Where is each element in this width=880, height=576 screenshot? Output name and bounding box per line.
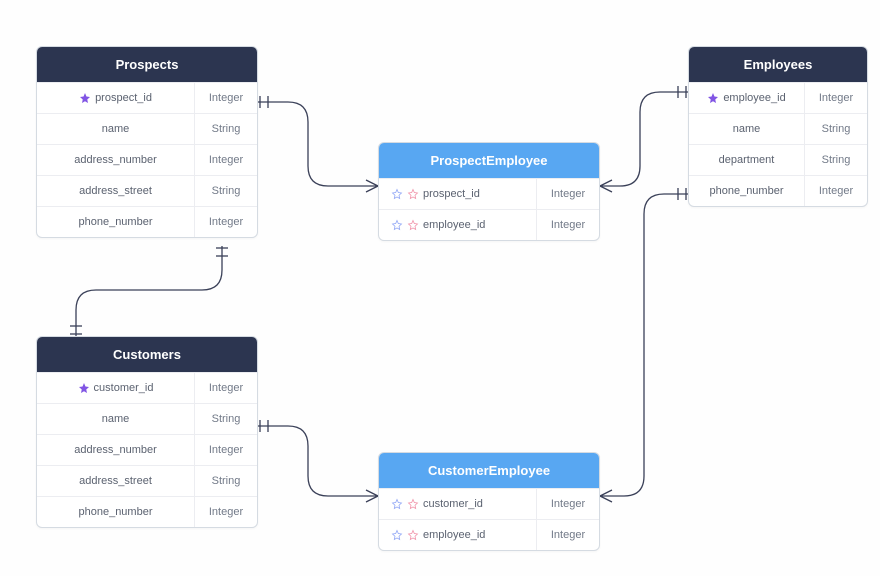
table-row: name String xyxy=(689,113,867,144)
field-type: Integer xyxy=(195,497,257,527)
table-row: address_number Integer xyxy=(37,144,257,175)
field-name: phone_number xyxy=(78,506,152,518)
field-type: Integer xyxy=(195,145,257,175)
star-outline-icon xyxy=(391,529,403,541)
field-name: prospect_id xyxy=(423,188,480,200)
table-row: department String xyxy=(689,144,867,175)
entity-customer-employee[interactable]: CustomerEmployee customer_id Integer emp… xyxy=(378,452,600,551)
field-type: String xyxy=(195,176,257,206)
table-row: prospect_id Integer xyxy=(37,82,257,113)
table-row: address_number Integer xyxy=(37,434,257,465)
entity-title: Customers xyxy=(37,337,257,372)
star-outline-icon xyxy=(391,219,403,231)
field-name: department xyxy=(719,154,775,166)
field-type: Integer xyxy=(805,83,867,113)
entity-employees[interactable]: Employees employee_id Integer name String… xyxy=(688,46,868,207)
star-icon xyxy=(78,382,90,394)
field-name: address_street xyxy=(79,475,152,487)
table-row: prospect_id Integer xyxy=(379,178,599,209)
table-row: phone_number Integer xyxy=(689,175,867,206)
field-name: name xyxy=(733,123,761,135)
table-row: phone_number Integer xyxy=(37,496,257,527)
field-name: employee_id xyxy=(723,92,785,104)
entity-title: ProspectEmployee xyxy=(379,143,599,178)
field-type: Integer xyxy=(805,176,867,206)
field-name: name xyxy=(102,413,130,425)
entity-title: CustomerEmployee xyxy=(379,453,599,488)
entity-customers[interactable]: Customers customer_id Integer name String… xyxy=(36,336,258,528)
field-name: prospect_id xyxy=(95,92,152,104)
field-name: customer_id xyxy=(423,498,483,510)
field-type: Integer xyxy=(537,520,599,550)
field-type: Integer xyxy=(195,83,257,113)
table-row: employee_id Integer xyxy=(379,209,599,240)
field-name: address_street xyxy=(79,185,152,197)
field-name: customer_id xyxy=(94,382,154,394)
field-type: String xyxy=(195,114,257,144)
field-type: Integer xyxy=(195,207,257,237)
field-type: String xyxy=(805,114,867,144)
field-name: address_number xyxy=(74,444,157,456)
star-outline-icon xyxy=(407,529,419,541)
entity-prospects[interactable]: Prospects prospect_id Integer name String… xyxy=(36,46,258,238)
table-row: phone_number Integer xyxy=(37,206,257,237)
field-type: Integer xyxy=(195,373,257,403)
star-outline-icon xyxy=(391,498,403,510)
star-icon xyxy=(79,92,91,104)
star-outline-icon xyxy=(407,188,419,200)
field-type: String xyxy=(195,466,257,496)
table-row: address_street String xyxy=(37,175,257,206)
table-row: employee_id Integer xyxy=(689,82,867,113)
field-name: address_number xyxy=(74,154,157,166)
table-row: customer_id Integer xyxy=(379,488,599,519)
field-name: employee_id xyxy=(423,529,485,541)
entity-prospect-employee[interactable]: ProspectEmployee prospect_id Integer emp… xyxy=(378,142,600,241)
field-name: employee_id xyxy=(423,219,485,231)
field-type: String xyxy=(195,404,257,434)
star-icon xyxy=(707,92,719,104)
field-name: phone_number xyxy=(78,216,152,228)
table-row: name String xyxy=(37,403,257,434)
table-row: name String xyxy=(37,113,257,144)
field-type: Integer xyxy=(537,489,599,519)
table-row: customer_id Integer xyxy=(37,372,257,403)
entity-title: Prospects xyxy=(37,47,257,82)
field-name: phone_number xyxy=(709,185,783,197)
star-outline-icon xyxy=(407,219,419,231)
field-type: Integer xyxy=(537,210,599,240)
entity-title: Employees xyxy=(689,47,867,82)
table-row: employee_id Integer xyxy=(379,519,599,550)
field-name: name xyxy=(102,123,130,135)
field-type: Integer xyxy=(195,435,257,465)
field-type: String xyxy=(805,145,867,175)
star-outline-icon xyxy=(391,188,403,200)
field-type: Integer xyxy=(537,179,599,209)
star-outline-icon xyxy=(407,498,419,510)
table-row: address_street String xyxy=(37,465,257,496)
